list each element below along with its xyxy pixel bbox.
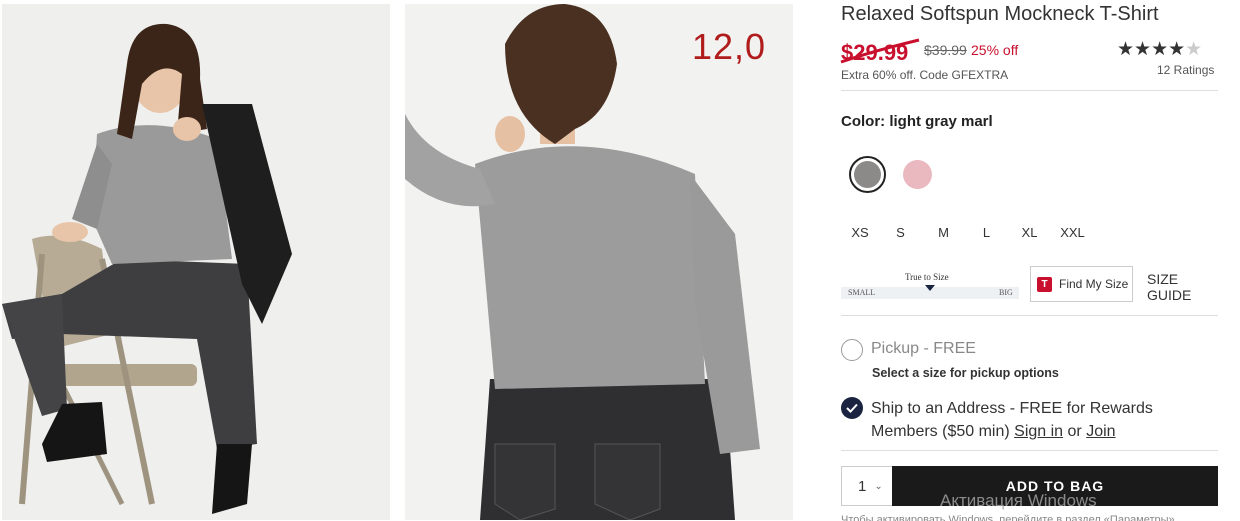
divider: [841, 90, 1218, 91]
model-seated-illustration: [2, 4, 390, 520]
size-option-xs[interactable]: XS: [841, 224, 879, 240]
join-link[interactable]: Join: [1086, 423, 1115, 440]
fit-scale: True to Size SMALL BIG: [841, 270, 1021, 302]
fit-big-label: BIG: [999, 288, 1013, 297]
ratings-count-link[interactable]: 12 Ratings: [1157, 63, 1214, 77]
size-selector: XS S M L XL XXL: [841, 224, 1094, 240]
pickup-radio[interactable]: [841, 339, 863, 361]
divider: [841, 315, 1218, 316]
fit-label: True to Size: [905, 272, 949, 282]
fit-small-label: SMALL: [848, 288, 876, 297]
color-label: Color: light gray marl: [841, 113, 993, 130]
quantity-value: 1: [858, 477, 867, 495]
original-price: $39.99: [924, 42, 967, 58]
bottom-partial-text: Чтобы активировать Windows, перейдите в …: [841, 514, 1178, 521]
divider: [841, 450, 1218, 451]
or-text: or: [1067, 423, 1082, 440]
size-option-xxl[interactable]: XXL: [1051, 224, 1094, 240]
ship-radio-checked[interactable]: [841, 397, 863, 419]
ship-to-address-text: Ship to an Address - FREE for Rewards Me…: [871, 397, 1201, 443]
pickup-note: Select a size for pickup options: [872, 366, 1059, 380]
product-details-panel: Relaxed Softspun Mockneck T-Shirt $29.99…: [840, 0, 1219, 521]
model-back-illustration: [405, 4, 793, 520]
fit-indicator-icon: [925, 285, 935, 291]
checkmark-icon: [846, 403, 858, 413]
size-option-s[interactable]: S: [879, 224, 922, 240]
size-option-m[interactable]: M: [922, 224, 965, 240]
discount-label: 25% off: [971, 42, 1019, 58]
product-page: 12,0 Relaxed Softspun Mockneck T-Shirt $…: [0, 0, 1240, 521]
sign-in-link[interactable]: Sign in: [1014, 423, 1063, 440]
product-title: Relaxed Softspun Mockneck T-Shirt: [841, 3, 1159, 25]
chevron-down-icon: ⌄: [874, 480, 883, 492]
filled-star-icons: ★★★★: [1117, 39, 1186, 60]
overlay-price-note: 12,0: [692, 26, 767, 67]
swatch-light-gray-marl[interactable]: [849, 156, 886, 193]
price-strike-mark: [840, 38, 920, 64]
find-my-size-label: Find My Size: [1059, 277, 1129, 291]
true-fit-logo-icon: T: [1037, 276, 1052, 292]
swatch-fill: [854, 161, 881, 188]
empty-star-icon: ★: [1185, 39, 1203, 60]
pickup-label: Pickup - FREE: [871, 340, 976, 357]
swatch-pink[interactable]: [903, 160, 932, 189]
windows-activation-watermark: Активация Windows: [940, 491, 1097, 510]
find-my-size-button[interactable]: T Find My Size: [1030, 266, 1133, 302]
quantity-select[interactable]: 1 ⌄: [841, 466, 893, 506]
size-option-xl[interactable]: XL: [1008, 224, 1051, 240]
size-option-l[interactable]: L: [965, 224, 1008, 240]
size-guide-link[interactable]: SIZE GUIDE: [1147, 271, 1219, 303]
product-image-front[interactable]: [2, 4, 390, 520]
rating-stars[interactable]: ★★★★★: [1117, 38, 1202, 61]
product-image-back[interactable]: [405, 4, 793, 520]
promo-text: Extra 60% off. Code GFEXTRA: [841, 68, 1009, 82]
